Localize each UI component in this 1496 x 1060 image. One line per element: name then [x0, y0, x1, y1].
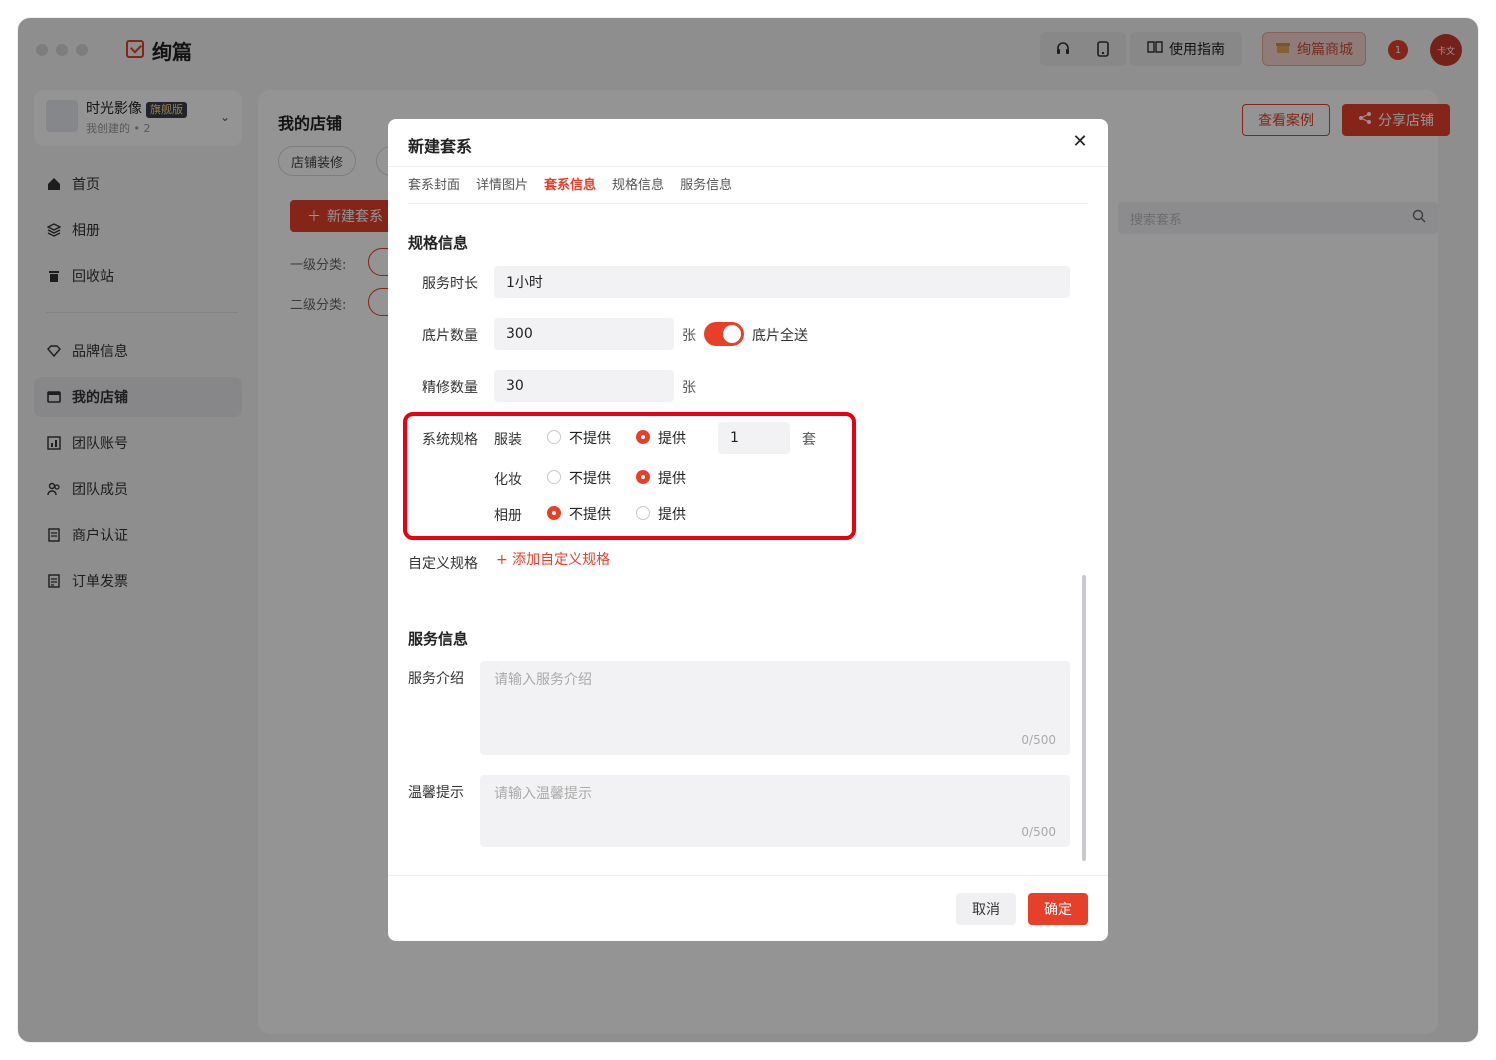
makeup-no-radio[interactable]: [547, 470, 561, 484]
tab-service-info[interactable]: 服务信息: [680, 174, 732, 193]
clothing-qty-input[interactable]: 1: [718, 422, 790, 454]
tab-spec-info[interactable]: 规格信息: [612, 174, 664, 193]
clothing-yes-radio[interactable]: [636, 430, 650, 444]
retouch-unit: 张: [682, 380, 696, 396]
tab-detail-images[interactable]: 详情图片: [476, 174, 528, 193]
dialog-scrollbar[interactable]: [1082, 575, 1086, 861]
cancel-button[interactable]: 取消: [956, 893, 1016, 925]
clothing-qty-unit: 套: [802, 432, 816, 448]
new-series-dialog: 新建套系 ✕ 套系封面 详情图片 套系信息 规格信息 服务信息 规格信息 服务时…: [388, 119, 1108, 941]
confirm-button[interactable]: 确定: [1028, 893, 1088, 925]
negatives-unit: 张: [682, 328, 696, 344]
duration-value: 1小时: [506, 275, 543, 291]
clothing-no-radio[interactable]: [547, 430, 561, 444]
album-yes-radio[interactable]: [636, 506, 650, 520]
makeup-yes-radio[interactable]: [636, 470, 650, 484]
makeup-yes-label: 提供: [658, 471, 686, 487]
duration-label: 服务时长: [422, 276, 478, 292]
album-no-label: 不提供: [569, 507, 611, 523]
all-negatives-toggle[interactable]: [704, 322, 744, 346]
makeup-label: 化妆: [494, 472, 522, 488]
tips-placeholder: 请输入温馨提示: [494, 786, 592, 802]
clothing-label: 服装: [494, 432, 522, 448]
footer-divider: [388, 875, 1108, 876]
duration-input[interactable]: 1小时: [494, 266, 1070, 298]
retouch-input[interactable]: 30: [494, 370, 674, 402]
negatives-value: 300: [506, 326, 533, 342]
tabs-divider: [408, 203, 1088, 204]
custom-spec-label: 自定义规格: [408, 556, 478, 572]
service-intro-counter: 0/500: [1021, 733, 1056, 747]
negatives-input[interactable]: 300: [494, 318, 674, 350]
makeup-no-label: 不提供: [569, 471, 611, 487]
service-intro-placeholder: 请输入服务介绍: [494, 672, 592, 688]
clothing-qty-value: 1: [730, 430, 739, 446]
dialog-tabs: 套系封面 详情图片 套系信息 规格信息 服务信息: [408, 174, 732, 193]
negatives-label: 底片数量: [422, 328, 478, 344]
dialog-title: 新建套系: [408, 137, 473, 156]
tab-series-info[interactable]: 套系信息: [544, 174, 596, 193]
album-no-radio[interactable]: [547, 506, 561, 520]
clothing-no-label: 不提供: [569, 431, 611, 447]
service-section-title: 服务信息: [408, 630, 469, 648]
retouch-value: 30: [506, 378, 524, 394]
tips-counter: 0/500: [1021, 825, 1056, 839]
album-label: 相册: [494, 508, 522, 524]
dialog-divider: [388, 166, 1108, 167]
album-yes-label: 提供: [658, 507, 686, 523]
clothing-yes-label: 提供: [658, 431, 686, 447]
spec-section-title: 规格信息: [408, 234, 469, 252]
service-intro-textarea[interactable]: 请输入服务介绍 0/500: [480, 661, 1070, 755]
retouch-label: 精修数量: [422, 380, 478, 396]
close-icon[interactable]: ✕: [1070, 131, 1090, 152]
tab-cover[interactable]: 套系封面: [408, 174, 460, 193]
add-custom-spec-link[interactable]: + 添加自定义规格: [496, 549, 610, 569]
tips-label: 温馨提示: [408, 785, 464, 801]
tips-textarea[interactable]: 请输入温馨提示 0/500: [480, 775, 1070, 847]
service-intro-label: 服务介绍: [408, 671, 464, 687]
modal-overlay: 新建套系 ✕ 套系封面 详情图片 套系信息 规格信息 服务信息 规格信息 服务时…: [0, 0, 1496, 1060]
system-spec-label: 系统规格: [422, 432, 478, 448]
all-negatives-label: 底片全送: [752, 328, 808, 344]
